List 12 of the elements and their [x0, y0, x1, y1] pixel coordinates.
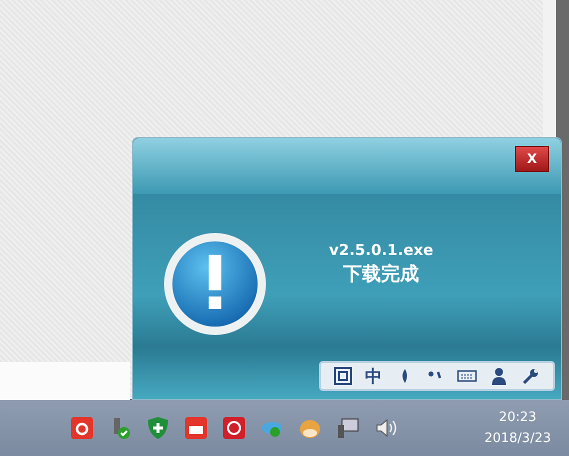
close-button[interactable]: X: [515, 146, 549, 172]
wrench-icon[interactable]: [520, 366, 541, 386]
clock-time: 20:23: [498, 410, 536, 426]
shield-icon[interactable]: [146, 416, 170, 440]
exclamation-icon: [163, 232, 267, 336]
file-name: v2.5.0.1.exe: [329, 241, 434, 259]
network-icon[interactable]: [336, 416, 360, 440]
status-text: 下载完成: [343, 262, 420, 287]
clock[interactable]: 20:23 2018/3/23: [484, 410, 551, 446]
input-mode-toggle[interactable]: 中: [364, 364, 382, 388]
frame-icon[interactable]: [332, 366, 353, 386]
clock-date: 2018/3/23: [484, 431, 551, 446]
